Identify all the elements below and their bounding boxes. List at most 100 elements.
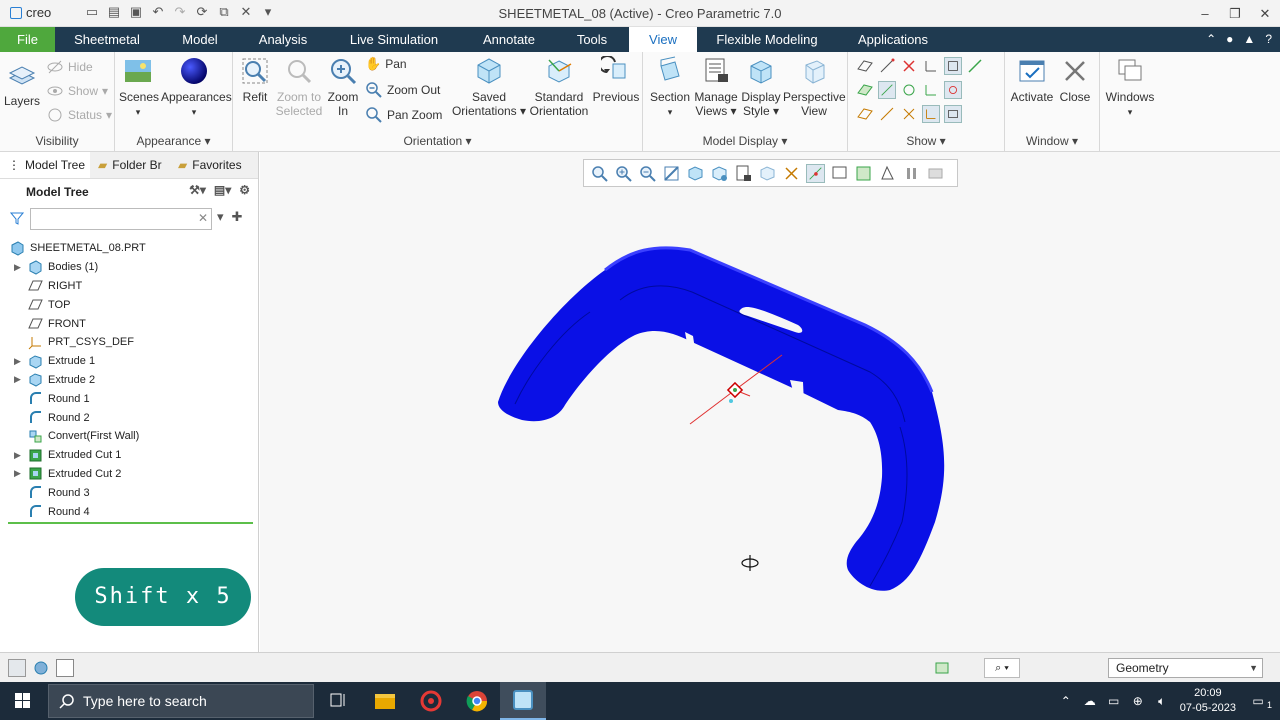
tree-item-top[interactable]: TOP (0, 295, 258, 314)
plane-tag-icon[interactable] (856, 81, 874, 99)
axis-3d-icon[interactable] (878, 105, 896, 123)
notes-display-icon[interactable] (944, 105, 962, 123)
learning-connector-icon[interactable]: ▲ (1243, 27, 1255, 52)
insert-here-indicator[interactable] (8, 522, 253, 524)
selection-filter-select[interactable]: Geometry ▼ (1108, 658, 1263, 678)
add-icon[interactable]: ✚ (232, 209, 243, 225)
tab-flexible-modeling[interactable]: Flexible Modeling (697, 27, 837, 52)
full-screen-icon[interactable] (56, 659, 74, 677)
plane-3d-icon[interactable] (856, 105, 874, 123)
show-browser-icon[interactable] (32, 659, 50, 677)
sketch-display-icon[interactable] (966, 57, 984, 75)
filter-funnel-icon[interactable] (10, 211, 24, 225)
find-icon[interactable]: ⌕ ▾ (984, 658, 1020, 678)
search-options-icon[interactable]: ▾ (217, 209, 224, 225)
file-explorer-button[interactable] (362, 682, 408, 720)
task-view-button[interactable] (314, 682, 360, 720)
show-button[interactable]: Show ▾ (46, 82, 108, 100)
tab-applications[interactable]: Applications (837, 27, 949, 52)
tab-tools[interactable]: Tools (555, 27, 629, 52)
axis-tag-icon[interactable] (878, 81, 896, 99)
tab-model-tree[interactable]: ⋮ Model Tree (0, 152, 90, 178)
tree-item-extruded-cut-1[interactable]: ▶ Extruded Cut 1 (0, 446, 258, 465)
plane-display-icon[interactable] (856, 57, 874, 75)
network-globe-icon[interactable]: ⊕ (1128, 694, 1148, 708)
tab-favorites[interactable]: ▰ Favorites (170, 152, 258, 178)
app-red-button[interactable] (408, 682, 454, 720)
axis-display-icon[interactable] (878, 57, 896, 75)
section-button[interactable]: Section ▾ (647, 56, 693, 119)
tree-settings-icon[interactable]: ⚒▾ (189, 183, 206, 197)
layers-button[interactable]: Layers (4, 60, 40, 108)
standard-orientation-button[interactable]: Standard Orientation (529, 56, 589, 118)
tab-sheetmetal[interactable]: Sheetmetal (55, 27, 159, 52)
tree-item-front[interactable]: FRONT (0, 314, 258, 333)
zoom-in-button[interactable]: Zoom In (325, 56, 361, 118)
activate-button[interactable]: Activate (1009, 56, 1055, 104)
tree-item-right[interactable]: RIGHT (0, 277, 258, 296)
collapse-ribbon-icon[interactable]: ⌃ (1206, 27, 1216, 52)
pan-zoom-button[interactable]: Pan Zoom (365, 106, 442, 124)
minimize-button[interactable]: – (1190, 0, 1220, 27)
tree-filter-icon[interactable]: ⚙ (239, 183, 250, 197)
tray-overflow-icon[interactable]: ⌃ (1056, 694, 1076, 708)
perspective-view-button[interactable]: Perspective View (783, 56, 846, 118)
show-menu-icon[interactable]: ▤▾ (214, 183, 231, 197)
point-3d-icon[interactable] (900, 105, 918, 123)
start-button[interactable] (0, 682, 46, 720)
hide-button[interactable]: Hide (46, 58, 93, 76)
close-button[interactable]: ✕ (1250, 0, 1280, 27)
csys-display-icon[interactable] (922, 57, 940, 75)
tree-search-input[interactable] (30, 208, 212, 230)
tab-view[interactable]: View (629, 27, 697, 52)
expand-arrow-icon[interactable]: ▶ (14, 468, 28, 479)
tree-item-extrude-2[interactable]: ▶ Extrude 2 (0, 371, 258, 390)
tree-item-extrude-1[interactable]: ▶ Extrude 1 (0, 352, 258, 371)
tree-item-csys[interactable]: PRT_CSYS_DEF (0, 333, 258, 352)
tab-annotate[interactable]: Annotate (463, 27, 555, 52)
maximize-button[interactable]: ❐ (1220, 0, 1250, 27)
tab-live-simulation[interactable]: Live Simulation (325, 27, 463, 52)
csys-3d-icon[interactable] (922, 105, 940, 123)
tree-item-extruded-cut-2[interactable]: ▶ Extruded Cut 2 (0, 465, 258, 484)
chrome-button[interactable] (454, 682, 500, 720)
tab-analysis[interactable]: Analysis (241, 27, 325, 52)
show-navigator-icon[interactable] (8, 659, 26, 677)
point-tag-icon[interactable] (900, 81, 918, 99)
graphics-window[interactable] (260, 152, 1280, 652)
csys-tag-icon[interactable] (922, 81, 940, 99)
tab-model[interactable]: Model (159, 27, 241, 52)
status-button[interactable]: Status ▾ (46, 106, 112, 124)
manage-views-button[interactable]: Manage Views ▾ (693, 56, 739, 118)
clock[interactable]: 20:09 07-05-2023 (1180, 686, 1236, 716)
zoom-to-selected-button[interactable]: Zoom to Selected (273, 56, 325, 118)
onedrive-cloud-icon[interactable]: ☁ (1080, 694, 1100, 708)
expand-arrow-icon[interactable]: ▶ (14, 356, 28, 367)
tree-item-round-4[interactable]: Round 4 (0, 502, 258, 521)
clear-search-icon[interactable]: ✕ (198, 211, 208, 225)
tab-folder-browser[interactable]: ▰ Folder Br (90, 152, 170, 178)
battery-icon[interactable]: ▭ (1104, 694, 1124, 708)
refit-button[interactable]: Refit (239, 56, 271, 104)
creo-taskbar-button[interactable] (500, 682, 546, 720)
expand-arrow-icon[interactable]: ▶ (14, 374, 28, 385)
tab-file[interactable]: File (0, 27, 55, 52)
scenes-button[interactable]: Scenes ▾ (119, 56, 159, 119)
saved-orientations-button[interactable]: Saved Orientations ▾ (451, 56, 527, 118)
previous-button[interactable]: Previous (591, 56, 641, 104)
taskbar-search-box[interactable]: Type here to search (48, 684, 314, 718)
windows-button[interactable]: Windows ▾ (1102, 56, 1158, 119)
volume-icon[interactable]: 🔈︎ (1152, 694, 1172, 709)
spin-center-icon[interactable] (944, 81, 962, 99)
zoom-out-button[interactable]: Zoom Out (365, 81, 440, 99)
help-icon[interactable]: ? (1265, 27, 1272, 52)
close-window-button[interactable]: Close (1055, 56, 1095, 104)
display-style-button[interactable]: Display Style ▾ (739, 56, 783, 118)
pan-button[interactable]: ✋ Pan (365, 56, 407, 72)
tree-item-root[interactable]: SHEETMETAL_08.PRT (0, 239, 258, 258)
sheetmetal-part-model[interactable] (260, 152, 1280, 652)
regenerate-status-icon[interactable] (933, 659, 951, 677)
tree-item-convert[interactable]: Convert(First Wall) (0, 427, 258, 446)
tree-item-bodies[interactable]: ▶ Bodies (1) (0, 258, 258, 277)
tree-item-round-1[interactable]: Round 1 (0, 389, 258, 408)
